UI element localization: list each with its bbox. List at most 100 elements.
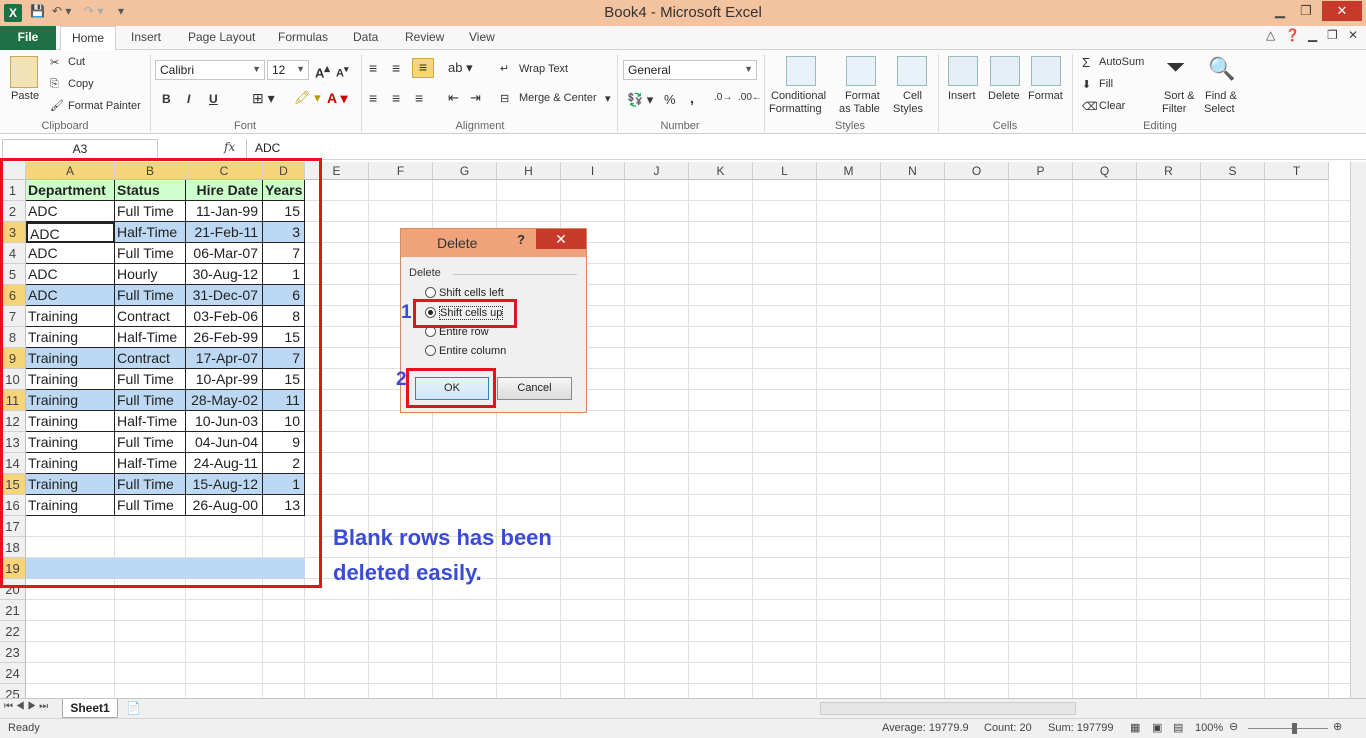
sheet-nav-icon[interactable]: ⏮ ◀ ▶ ⏭	[4, 701, 48, 712]
row-header[interactable]: 25	[0, 684, 26, 698]
italic-button[interactable]: I	[187, 92, 190, 106]
conditional-formatting-label[interactable]: Conditional	[771, 90, 826, 102]
horizontal-scrollbar[interactable]	[820, 702, 1076, 715]
bold-button[interactable]: B	[162, 92, 171, 106]
column-header[interactable]: O	[945, 162, 1009, 180]
conditional-formatting-icon[interactable]	[786, 56, 816, 86]
column-header[interactable]: J	[625, 162, 689, 180]
align-left-icon[interactable]: ≡	[369, 90, 377, 106]
new-sheet-icon[interactable]: 📄	[126, 701, 141, 715]
fill-button[interactable]: Fill	[1099, 78, 1113, 90]
column-header[interactable]: S	[1201, 162, 1265, 180]
tab-review[interactable]: Review	[405, 30, 444, 44]
increase-indent-icon[interactable]: ⇥	[470, 90, 481, 106]
tab-formulas[interactable]: Formulas	[278, 30, 328, 44]
normal-view-icon[interactable]: ▦	[1130, 721, 1140, 734]
fill-color-icon[interactable]: 🖍 ▾	[294, 90, 321, 106]
column-header[interactable]: M	[817, 162, 881, 180]
row-header[interactable]: 21	[0, 600, 26, 621]
percent-button[interactable]: %	[664, 92, 676, 107]
page-break-view-icon[interactable]: ▤	[1173, 721, 1183, 734]
zoom-in-icon[interactable]: ⊕	[1333, 720, 1342, 733]
eraser-icon[interactable]: ⌫	[1082, 100, 1098, 113]
align-center-icon[interactable]: ≡	[392, 90, 400, 106]
column-header[interactable]: T	[1265, 162, 1329, 180]
cell-styles-label-2[interactable]: Styles	[893, 103, 923, 115]
copy-icon[interactable]: ⎘	[50, 78, 59, 91]
tab-data[interactable]: Data	[353, 30, 378, 44]
zoom-slider-handle[interactable]	[1292, 723, 1297, 734]
tab-insert[interactable]: Insert	[131, 30, 161, 44]
font-color-icon[interactable]: A ▾	[327, 90, 348, 107]
radio-shift-cells-left[interactable]: Shift cells left	[425, 287, 504, 299]
insert-function-icon[interactable]: fx	[224, 140, 235, 154]
column-header[interactable]: R	[1137, 162, 1201, 180]
restore-icon[interactable]: ❐	[1292, 1, 1320, 21]
paste-icon[interactable]	[10, 56, 38, 88]
zoom-slider[interactable]	[1248, 728, 1328, 729]
row-header[interactable]: 22	[0, 621, 26, 642]
row-header[interactable]: 24	[0, 663, 26, 684]
copy-button[interactable]: Copy	[68, 78, 94, 90]
increase-decimal-icon[interactable]: .0→	[714, 92, 732, 103]
column-header[interactable]: H	[497, 162, 561, 180]
page-layout-view-icon[interactable]: ▣	[1152, 721, 1162, 734]
insert-button[interactable]: Insert	[948, 90, 976, 102]
brush-icon[interactable]: 🖌	[50, 99, 64, 112]
column-header[interactable]: N	[881, 162, 945, 180]
formula-input[interactable]: ADC	[246, 139, 1350, 159]
currency-icon[interactable]: 💱 ▾	[627, 92, 653, 108]
doc-close-icon[interactable]: ✕	[1348, 28, 1358, 42]
cut-button[interactable]: Cut	[68, 56, 85, 68]
row-header[interactable]: 23	[0, 642, 26, 663]
shrink-font-icon[interactable]: A▾	[336, 64, 349, 80]
help-icon[interactable]: ❓	[1285, 28, 1300, 42]
paste-button[interactable]: Paste	[11, 90, 39, 102]
decrease-indent-icon[interactable]: ⇤	[448, 90, 459, 106]
orientation-icon[interactable]: ab ▾	[448, 60, 473, 76]
fill-icon[interactable]: ⬇	[1082, 78, 1091, 91]
borders-icon[interactable]: ⊞ ▾	[252, 90, 275, 107]
conditional-formatting-label-2[interactable]: Formatting	[769, 103, 822, 115]
column-header[interactable]: K	[689, 162, 753, 180]
clear-button[interactable]: Clear	[1099, 100, 1125, 112]
vertical-scrollbar[interactable]	[1350, 162, 1366, 698]
merge-center-button[interactable]: Merge & Center	[519, 92, 597, 104]
column-header[interactable]: F	[369, 162, 433, 180]
wrap-text-icon[interactable]: ↵	[500, 62, 509, 75]
format-as-table-label-2[interactable]: as Table	[839, 103, 880, 115]
align-right-icon[interactable]: ≡	[415, 90, 423, 106]
close-icon[interactable]: ✕	[536, 229, 586, 249]
align-top-icon[interactable]: ≡	[369, 60, 377, 76]
minimize-icon[interactable]: ▁	[1266, 1, 1294, 21]
sort-filter-label-2[interactable]: Filter	[1162, 103, 1186, 115]
sort-filter-label[interactable]: Sort &	[1164, 90, 1195, 102]
comma-button[interactable]: ,	[690, 90, 694, 106]
insert-cells-icon[interactable]	[948, 56, 978, 86]
tab-file[interactable]: File	[0, 26, 56, 50]
sheet-tab-sheet1[interactable]: Sheet1	[62, 699, 118, 718]
underline-button[interactable]: U	[209, 92, 218, 106]
format-as-table-icon[interactable]	[846, 56, 876, 86]
find-select-label-2[interactable]: Select	[1204, 103, 1235, 115]
binoculars-icon[interactable]: 🔍	[1208, 56, 1235, 82]
tab-view[interactable]: View	[469, 30, 495, 44]
chevron-down-icon[interactable]: ▾	[605, 92, 611, 105]
align-middle-icon[interactable]: ≡	[392, 60, 400, 76]
column-header[interactable]: Q	[1073, 162, 1137, 180]
format-button[interactable]: Format	[1028, 90, 1063, 102]
tab-page-layout[interactable]: Page Layout	[188, 30, 255, 44]
doc-restore-icon[interactable]: ❐	[1327, 28, 1338, 42]
minimize-ribbon-icon[interactable]: △	[1266, 28, 1275, 42]
decrease-decimal-icon[interactable]: .00←	[738, 92, 762, 103]
align-bottom-icon[interactable]: ≡	[412, 58, 434, 78]
cell-styles-icon[interactable]	[897, 56, 927, 86]
number-format-combo[interactable]: General ▼	[623, 60, 757, 80]
find-select-label[interactable]: Find &	[1205, 90, 1237, 102]
scissors-icon[interactable]: ✂	[50, 56, 59, 69]
cancel-button[interactable]: Cancel	[497, 377, 572, 400]
grow-font-icon[interactable]: A▴	[315, 62, 330, 80]
wrap-text-button[interactable]: Wrap Text	[519, 63, 568, 75]
close-icon[interactable]: ✕	[1322, 1, 1362, 21]
autosum-button[interactable]: AutoSum	[1099, 56, 1144, 68]
